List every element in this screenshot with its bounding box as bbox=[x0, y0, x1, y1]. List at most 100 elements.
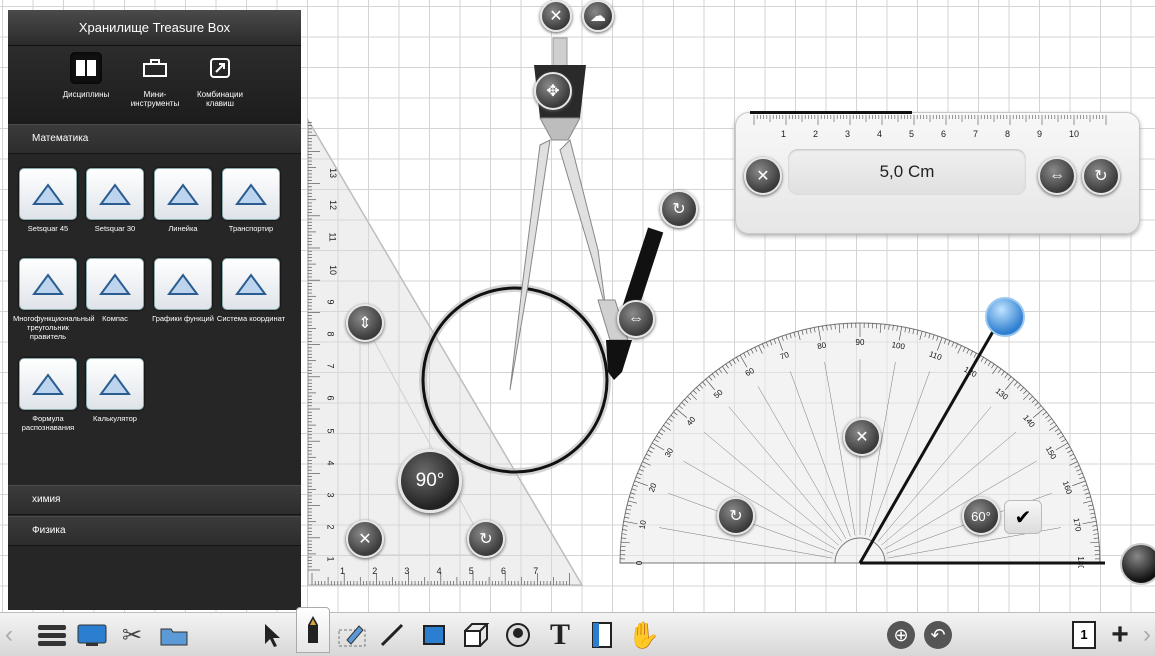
ruler-rotate-button[interactable]: ↻ bbox=[1082, 157, 1120, 195]
ruler-tick-label: 4 bbox=[877, 129, 882, 139]
section-math[interactable]: Математика bbox=[8, 124, 301, 154]
compass-save-button[interactable]: ☁ bbox=[582, 0, 614, 32]
toolbox-icon bbox=[139, 52, 171, 84]
ruler-tick-label: 9 bbox=[1037, 129, 1042, 139]
ruler-tick-label: 10 bbox=[1069, 129, 1079, 139]
ruler-tick-label: 2 bbox=[813, 129, 818, 139]
menu-icon[interactable] bbox=[36, 619, 68, 651]
text-tool-icon[interactable]: T bbox=[544, 619, 576, 651]
ruler-tool[interactable]: 12345678910 ✕ 5,0 Cm ⇔ ↻ bbox=[735, 112, 1140, 234]
protractor-rotate-button[interactable]: ↻ bbox=[717, 497, 755, 535]
compass-close-button[interactable]: ✕ bbox=[540, 0, 572, 32]
pen-tool-icon[interactable] bbox=[296, 607, 330, 653]
panel-title: Хранилище Treasure Box bbox=[8, 10, 301, 46]
open-folder-icon[interactable] bbox=[158, 619, 190, 651]
shortcut-arrow-icon bbox=[204, 52, 236, 84]
triangle-vertical-label: 1 bbox=[326, 557, 336, 562]
screen-icon[interactable] bbox=[76, 619, 108, 651]
rectangle-tool-icon[interactable] bbox=[418, 619, 450, 651]
triangle-vertical-label: 7 bbox=[326, 364, 336, 369]
rotate-icon: ↻ bbox=[1094, 166, 1107, 186]
protractor-handle-blue[interactable] bbox=[985, 297, 1025, 337]
ruler-icon bbox=[154, 168, 212, 220]
hand-tool-icon[interactable]: ✋ bbox=[628, 619, 660, 651]
close-icon: ✕ bbox=[549, 6, 562, 26]
tool-compass[interactable]: Компас bbox=[80, 258, 150, 323]
ruler-close-button[interactable]: ✕ bbox=[744, 157, 782, 195]
tool-protractor[interactable]: Транспортир bbox=[216, 168, 286, 233]
triangle-close-button[interactable]: ✕ bbox=[346, 520, 384, 558]
line-tool-icon[interactable] bbox=[376, 619, 408, 651]
ruler-tick-label: 3 bbox=[845, 129, 850, 139]
checkmark-icon: ✔ bbox=[1015, 505, 1032, 530]
tools-icon[interactable]: ✂ bbox=[116, 619, 148, 651]
book-icon bbox=[70, 52, 102, 84]
protractor-angle-label: 0 bbox=[635, 560, 644, 565]
tab-disciplines[interactable]: Дисциплины bbox=[46, 52, 126, 99]
undo-icon[interactable]: ↶ bbox=[922, 619, 954, 651]
toolbar-collapse-right[interactable]: › bbox=[1140, 619, 1154, 651]
move-icon: ✥ bbox=[546, 81, 559, 101]
protractor-angle-badge[interactable]: 60° bbox=[962, 497, 1000, 535]
triangle-rotate-button[interactable]: ↻ bbox=[467, 520, 505, 558]
compass-rotate-button[interactable]: ↻ bbox=[660, 190, 698, 228]
triangle-horizontal-label: 2 bbox=[372, 566, 377, 576]
setsquare-45-icon bbox=[19, 168, 77, 220]
tool-label: Формула распознавания bbox=[13, 414, 83, 432]
toolbar-collapse-left[interactable]: ‹ bbox=[2, 619, 16, 651]
add-page-icon[interactable]: + bbox=[1104, 619, 1136, 651]
tool-label: Setsquar 30 bbox=[80, 224, 150, 233]
triangle-horizontal-label: 1 bbox=[340, 566, 345, 576]
ruler-length-display: 5,0 Cm bbox=[788, 149, 1026, 195]
section-physics[interactable]: Физика bbox=[8, 516, 301, 546]
triangle-move-button[interactable]: ⇕ bbox=[346, 304, 384, 342]
eraser-icon[interactable] bbox=[336, 619, 368, 651]
protractor-confirm-button[interactable]: ✔ bbox=[1004, 500, 1042, 534]
ruler-tick-label: 8 bbox=[1005, 129, 1010, 139]
tool-label: Компас bbox=[80, 314, 150, 323]
page-tool-icon[interactable] bbox=[586, 619, 618, 651]
ruler-tick-label: 6 bbox=[941, 129, 946, 139]
select-pointer-icon[interactable] bbox=[256, 619, 288, 651]
triangle-vertical-label: 6 bbox=[326, 396, 336, 401]
horizontal-arrows-icon: ⇔ bbox=[1049, 167, 1065, 185]
triangle-vertical-label: 10 bbox=[328, 265, 338, 275]
protractor-icon bbox=[222, 168, 280, 220]
rotate-icon: ↻ bbox=[729, 506, 742, 526]
tool-calculator[interactable]: Калькулятор bbox=[80, 358, 150, 423]
protractor-handle-dark[interactable] bbox=[1120, 543, 1155, 585]
setsquare-30-icon bbox=[86, 168, 144, 220]
target-icon[interactable]: ⊕ bbox=[885, 619, 917, 651]
3d-shape-icon[interactable] bbox=[460, 619, 492, 651]
function-graph-icon bbox=[154, 258, 212, 310]
vertical-arrows-icon: ⇕ bbox=[358, 313, 371, 333]
triangle-vertical-label: 4 bbox=[326, 460, 336, 465]
ruler-stretch-button[interactable]: ⇔ bbox=[1038, 157, 1076, 195]
tab-shortcuts[interactable]: Комбинации клавиш bbox=[180, 52, 260, 108]
tool-multi-triangle[interactable]: Многофункциональный треугольник правител… bbox=[13, 258, 83, 341]
tool-coordinate-system[interactable]: Система координат bbox=[216, 258, 286, 323]
protractor-angle-label: 90 bbox=[856, 338, 865, 347]
spotlight-icon[interactable] bbox=[502, 619, 534, 651]
page-number-icon[interactable]: 1 bbox=[1068, 619, 1100, 651]
triangle-horizontal-label: 6 bbox=[501, 566, 506, 576]
compass-move-button[interactable]: ✥ bbox=[534, 72, 572, 110]
treasure-box-panel: Хранилище Treasure Box Дисциплины Мини-и… bbox=[8, 10, 301, 610]
tool-formula-recognition[interactable]: Формула распознавания bbox=[13, 358, 83, 432]
triangle-vertical-label: 5 bbox=[326, 428, 336, 433]
cloud-icon: ☁ bbox=[590, 6, 606, 26]
tool-function-graph[interactable]: Графики функций bbox=[148, 258, 218, 323]
bottom-toolbar: ‹ ✂ T ✋ ⊕ ↶ 1 + › bbox=[0, 612, 1155, 656]
triangle-vertical-label: 2 bbox=[326, 525, 336, 530]
tool-setsquare-45[interactable]: Setsquar 45 bbox=[13, 168, 83, 233]
triangle-horizontal-label: 3 bbox=[404, 566, 409, 576]
tool-label: Графики функций bbox=[148, 314, 218, 323]
protractor-close-button[interactable]: ✕ bbox=[843, 418, 881, 456]
tool-setsquare-30[interactable]: Setsquar 30 bbox=[80, 168, 150, 233]
triangle-vertical-label: 9 bbox=[326, 299, 336, 304]
section-chemistry[interactable]: химия bbox=[8, 485, 301, 515]
ruler-tick-label: 1 bbox=[781, 129, 786, 139]
tool-label: Многофункциональный треугольник правител… bbox=[13, 314, 83, 341]
ruler-tick-label: 7 bbox=[973, 129, 978, 139]
tool-ruler[interactable]: Линейка bbox=[148, 168, 218, 233]
